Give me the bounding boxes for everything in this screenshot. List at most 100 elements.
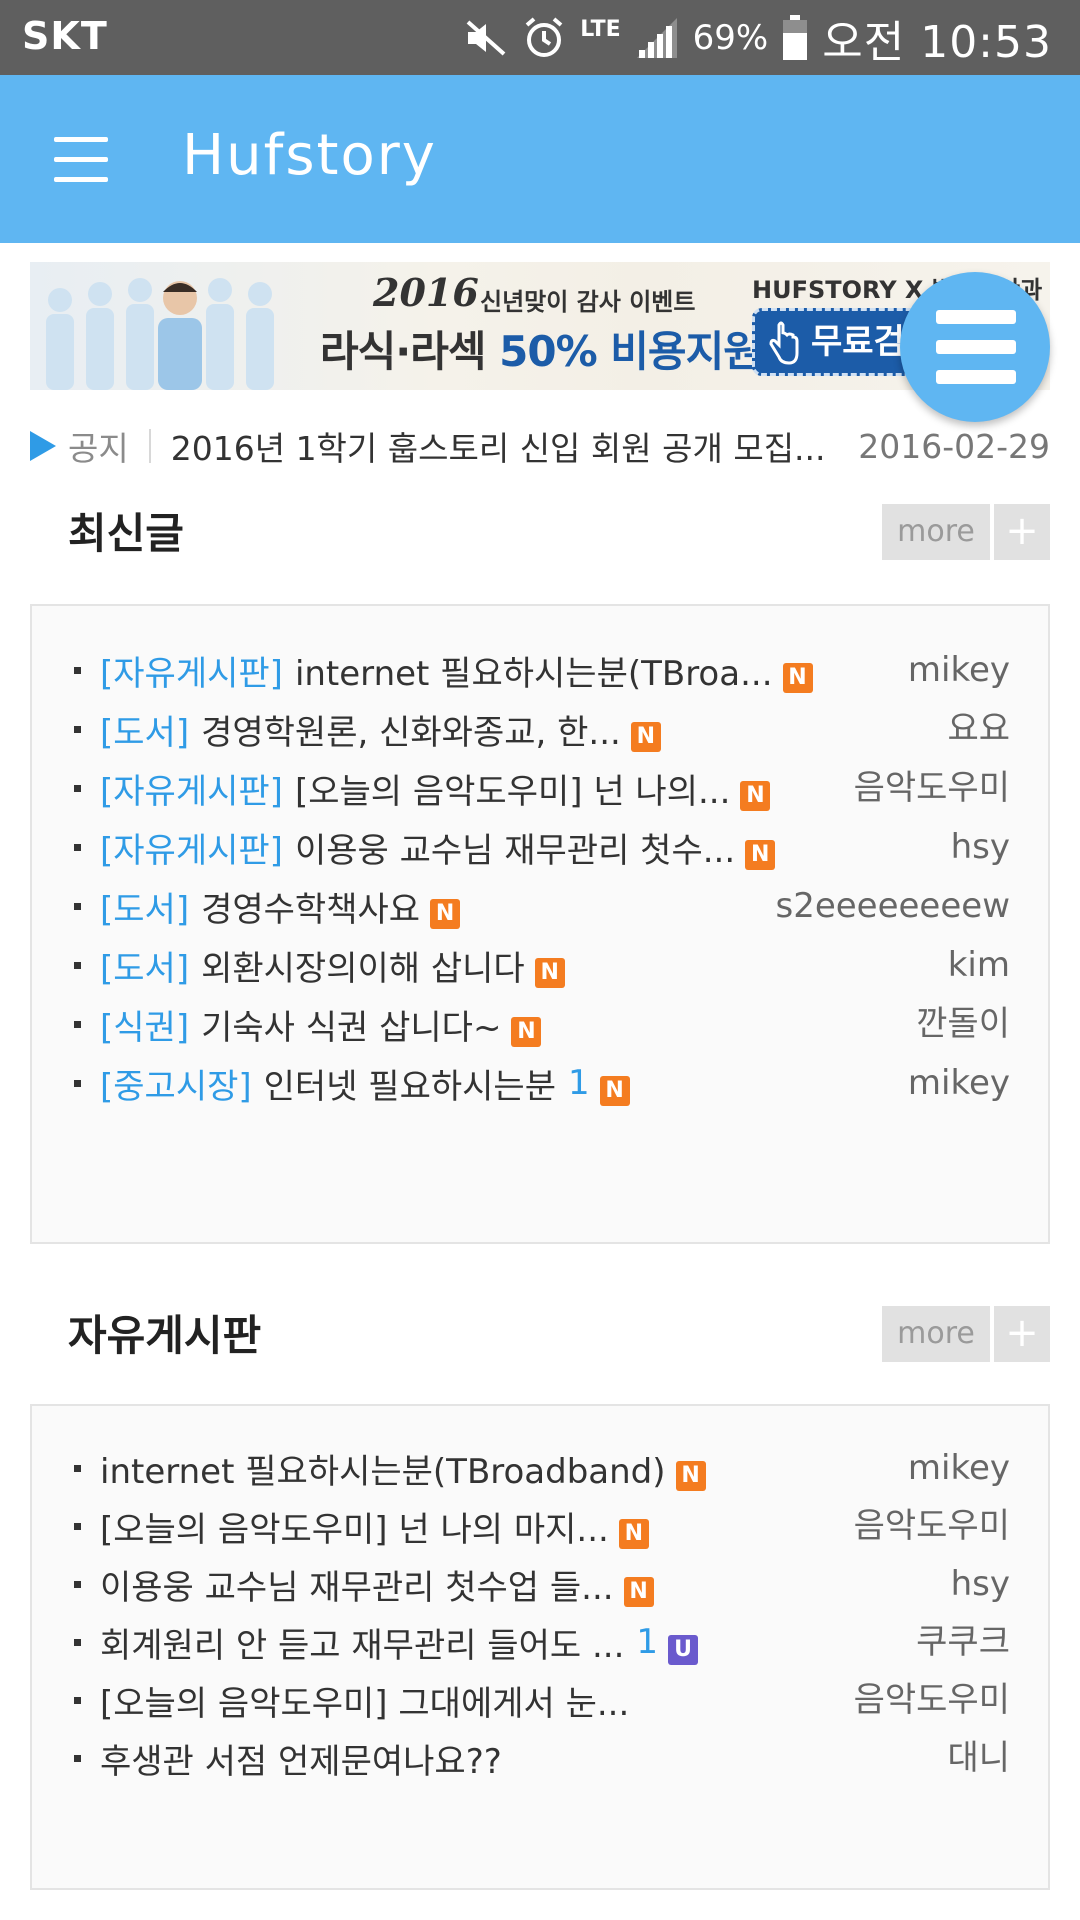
comment-count: 1 bbox=[567, 1063, 590, 1103]
list-item[interactable]: [자유게시판] internet 필요하시는분(TBroa... Nmikey bbox=[32, 640, 1048, 700]
new-badge-icon: N bbox=[740, 781, 771, 811]
bullet-icon bbox=[74, 1465, 81, 1472]
list-item-author: 음악도우미 bbox=[853, 768, 1010, 808]
list-item-category: [자유게시판] bbox=[100, 830, 283, 871]
free-board-more-group: more + bbox=[882, 1306, 1050, 1362]
free-board-plus-button[interactable]: + bbox=[994, 1306, 1050, 1362]
list-item-author: 깐돌이 bbox=[916, 1004, 1010, 1044]
list-item-category: [중고시장] bbox=[100, 1066, 252, 1107]
list-item-title: 후생관 서점 언제문여나요?? bbox=[100, 1741, 502, 1782]
banner-headline-part1: 라식·라섹 bbox=[320, 327, 487, 376]
list-item-title: 경영수학책사요 bbox=[201, 889, 421, 930]
list-item-author: 쿠쿠크 bbox=[916, 1622, 1010, 1662]
doctors-illustration bbox=[46, 278, 274, 390]
list-item-title: [오늘의 음악도우미] 넌 나의... bbox=[294, 771, 731, 812]
list-item-category: [자유게시판] bbox=[100, 771, 283, 812]
divider bbox=[148, 429, 151, 463]
list-item[interactable]: [도서] 경영수학책사요 Ns2eeeeeeeew bbox=[32, 876, 1048, 936]
carrier-label: SKT bbox=[22, 14, 108, 58]
list-item-author: s2eeeeeeeew bbox=[775, 886, 1011, 926]
section-title-latest: 최신글 bbox=[68, 509, 184, 558]
app-bar: Hufstory bbox=[0, 75, 1080, 243]
banner-event: 신년맞이 감사 이벤트 bbox=[480, 288, 696, 316]
list-item-main: 이용웅 교수님 재무관리 첫수업 들... N bbox=[100, 1554, 828, 1614]
list-item-category: [자유게시판] bbox=[100, 653, 283, 694]
list-item[interactable]: [자유게시판] 이용웅 교수님 재무관리 첫수... Nhsy bbox=[32, 817, 1048, 877]
clock: 오전 10:53 bbox=[822, 17, 1052, 68]
battery-icon bbox=[782, 15, 808, 61]
list-item-main: 후생관 서점 언제문여나요?? bbox=[100, 1728, 828, 1788]
list-item-main: 회계원리 안 듣고 재무관리 들어도 ... 1 U bbox=[100, 1612, 828, 1672]
list-item-author: mikey bbox=[907, 1448, 1010, 1488]
status-bar: SKT LTE 69% 오전 10:53 bbox=[0, 0, 1080, 75]
list-item-main: [중고시장] 인터넷 필요하시는분 1 N bbox=[100, 1053, 828, 1113]
new-badge-icon: N bbox=[618, 1519, 649, 1549]
list-item-author: 대니 bbox=[947, 1738, 1010, 1778]
play-arrow-icon bbox=[30, 431, 56, 461]
notice-label: 공지 bbox=[68, 429, 129, 468]
list-item[interactable]: [오늘의 음악도우미] 그대에게서 눈... 음악도우미 bbox=[32, 1670, 1048, 1730]
list-item-category: [도서] bbox=[100, 948, 190, 989]
bullet-icon bbox=[74, 844, 81, 851]
banner-headline: 라식·라섹 50% 비용지원 bbox=[320, 318, 762, 379]
new-badge-icon: N bbox=[675, 1461, 706, 1491]
list-item-title: 회계원리 안 듣고 재무관리 들어도 ... bbox=[100, 1625, 625, 1666]
comment-count: 1 bbox=[636, 1622, 659, 1662]
status-icons: LTE 69% 오전 10:53 bbox=[450, 10, 1052, 68]
free-board-list: internet 필요하시는분(TBroadband) Nmikey [오늘의 음악… bbox=[30, 1404, 1050, 1890]
list-item[interactable]: [식권] 기숙사 식권 삽니다~ N 깐돌이 bbox=[32, 994, 1048, 1054]
list-item[interactable]: [도서] 경영학원론, 신화와종교, 한... N 요요 bbox=[32, 699, 1048, 759]
list-item[interactable]: internet 필요하시는분(TBroadband) Nmikey bbox=[32, 1438, 1048, 1498]
list-item[interactable]: 후생관 서점 언제문여나요?? 대니 bbox=[32, 1728, 1048, 1788]
notice-row[interactable]: 공지 2016년 1학기 훕스토리 신입 회원 공개 모집... 2016-02… bbox=[30, 420, 1050, 472]
bullet-icon bbox=[74, 1021, 81, 1028]
new-badge-icon: N bbox=[599, 1076, 630, 1106]
floating-menu-button[interactable] bbox=[900, 272, 1050, 422]
list-item-title: 인터넷 필요하시는분 bbox=[263, 1066, 556, 1107]
list-item-author: hsy bbox=[950, 827, 1010, 867]
list-item-main: [자유게시판] [오늘의 음악도우미] 넌 나의... N bbox=[100, 758, 828, 818]
list-item-main: [도서] 경영학원론, 신화와종교, 한... N bbox=[100, 699, 828, 759]
free-board-more-button[interactable]: more bbox=[882, 1306, 990, 1362]
latest-more-button[interactable]: more bbox=[882, 504, 990, 560]
latest-list: [자유게시판] internet 필요하시는분(TBroa... Nmikey [도서… bbox=[30, 604, 1050, 1244]
bullet-icon bbox=[74, 667, 81, 674]
section-title-free-board: 자유게시판 bbox=[68, 1311, 262, 1360]
list-item[interactable]: [자유게시판] [오늘의 음악도우미] 넌 나의... N 음악도우미 bbox=[32, 758, 1048, 818]
list-item-main: [오늘의 음악도우미] 넌 나의 마지... N bbox=[100, 1496, 828, 1556]
notice-date: 2016-02-29 bbox=[858, 426, 1050, 466]
list-item[interactable]: 회계원리 안 듣고 재무관리 들어도 ... 1 U 쿠쿠크 bbox=[32, 1612, 1048, 1672]
list-item-author: 음악도우미 bbox=[853, 1506, 1010, 1546]
list-item-author: kim bbox=[947, 945, 1010, 985]
list-item-title: internet 필요하시는분(TBroadband) bbox=[100, 1451, 666, 1492]
list-item-title: 이용웅 교수님 재무관리 첫수... bbox=[294, 830, 736, 871]
list-item[interactable]: 이용웅 교수님 재무관리 첫수업 들... Nhsy bbox=[32, 1554, 1048, 1614]
list-item-author: mikey bbox=[907, 650, 1010, 690]
list-item[interactable]: [오늘의 음악도우미] 넌 나의 마지... N 음악도우미 bbox=[32, 1496, 1048, 1556]
bullet-icon bbox=[74, 726, 81, 733]
new-badge-icon: N bbox=[630, 722, 661, 752]
hamburger-menu-icon[interactable] bbox=[48, 137, 112, 183]
pointer-hand-icon bbox=[769, 321, 799, 365]
bullet-icon bbox=[74, 1080, 81, 1087]
list-item[interactable]: [중고시장] 인터넷 필요하시는분 1 Nmikey bbox=[32, 1053, 1048, 1113]
list-item-author: 요요 bbox=[947, 709, 1010, 749]
new-badge-icon: N bbox=[782, 663, 813, 693]
list-item-main: [도서] 경영수학책사요 N bbox=[100, 876, 828, 936]
list-item-title: 이용웅 교수님 재무관리 첫수업 들... bbox=[100, 1567, 614, 1608]
banner-ad[interactable]: 2016 신년맞이 감사 이벤트 라식·라섹 50% 비용지원 HUFSTORY… bbox=[30, 262, 1050, 390]
latest-more-group: more + bbox=[882, 504, 1050, 560]
list-item[interactable]: [도서] 외환시장의이해 삽니다 N kim bbox=[32, 935, 1048, 995]
list-item-main: internet 필요하시는분(TBroadband) N bbox=[100, 1438, 828, 1498]
updated-badge-icon: U bbox=[668, 1635, 699, 1665]
list-item-category: [도서] bbox=[100, 712, 190, 753]
mute-icon bbox=[464, 18, 508, 58]
list-item-main: [도서] 외환시장의이해 삽니다 N bbox=[100, 935, 828, 995]
new-badge-icon: N bbox=[623, 1577, 654, 1607]
bullet-icon bbox=[74, 1755, 81, 1762]
banner-headline-part2: 50% 비용지원 bbox=[499, 327, 762, 376]
list-item-author: mikey bbox=[907, 1063, 1010, 1103]
new-badge-icon: N bbox=[430, 899, 461, 929]
new-badge-icon: N bbox=[745, 840, 776, 870]
latest-plus-button[interactable]: + bbox=[994, 504, 1050, 560]
